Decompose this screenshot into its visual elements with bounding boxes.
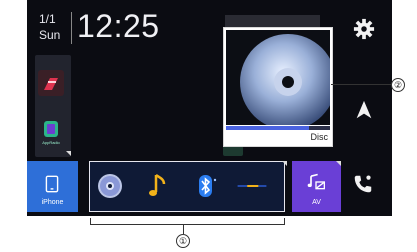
callout-bracket [90, 224, 285, 225]
music-note-icon[interactable] [142, 170, 174, 202]
date-weekday: Sun [39, 28, 61, 42]
av-source-button[interactable]: AV [292, 161, 341, 212]
iphone-label: iPhone [41, 199, 64, 206]
panel-expand-indicator [66, 151, 71, 156]
source-bar-indicator [282, 161, 287, 166]
date-month-day: 1/1 [39, 12, 56, 26]
disc-source-icon[interactable] [94, 170, 126, 202]
callout-leader-2 [331, 84, 391, 85]
aux-cable-icon[interactable] [236, 170, 268, 202]
appradio-label: AppRadio [42, 140, 60, 145]
gear-icon[interactable] [353, 18, 375, 40]
source-favorites-bar [89, 161, 285, 212]
head-unit-screen: 1/1 Sun 12:25 AppRadio iPhone AV Disc [27, 0, 392, 216]
av-label: AV [312, 199, 321, 206]
disc-artwork-icon [226, 30, 330, 125]
playback-progress-fill [226, 126, 310, 130]
callout-marker-1: ① [176, 234, 190, 248]
smartphone-icon [45, 175, 59, 193]
navigation-arrow-icon[interactable] [353, 99, 375, 121]
clock-time: 12:25 [77, 8, 160, 44]
now-playing-widget[interactable]: Disc [223, 27, 333, 147]
iphone-home-button[interactable]: iPhone [27, 161, 78, 212]
av-indicator [336, 161, 341, 166]
app-shortcut-red-icon[interactable] [36, 68, 66, 98]
callout-bracket-right [284, 218, 285, 224]
phone-icon[interactable] [352, 173, 374, 195]
appradio-app[interactable]: AppRadio [36, 118, 66, 148]
callout-marker-2: ② [391, 78, 405, 92]
source-name-label: Disc [310, 132, 329, 142]
callout-leader-1 [183, 224, 184, 234]
playback-progress-bar [226, 126, 330, 130]
bluetooth-icon[interactable] [190, 170, 222, 202]
av-music-icon [307, 173, 325, 190]
date-divider [71, 12, 72, 44]
